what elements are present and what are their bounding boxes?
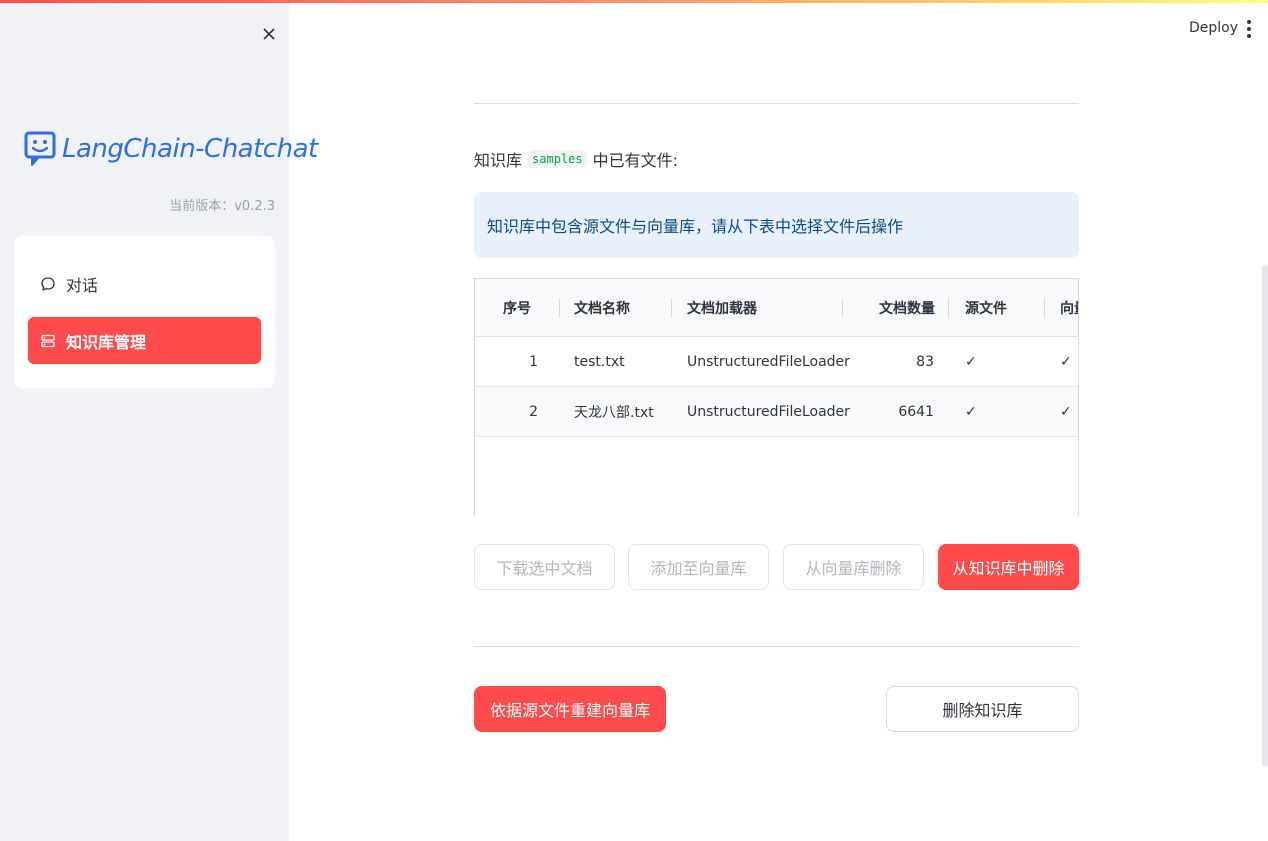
nav-menu: 对话 知识库管理 (14, 236, 275, 388)
cell-source: ✓ (965, 403, 977, 420)
kb-files-heading: 知识库 samples 中已有文件: (474, 150, 678, 170)
column-resize-handle[interactable] (842, 299, 843, 317)
remove-from-vector-button[interactable]: 从向量库删除 (783, 544, 924, 590)
close-icon (263, 28, 275, 40)
version-label: 当前版本：v0.2.3 (169, 199, 275, 214)
download-selected-button[interactable]: 下载选中文档 (474, 544, 615, 590)
kb-name-code: samples (528, 150, 587, 168)
table-header-row: 序号 文档名称 文档加载器 文档数量 源文件 向量库 (475, 279, 1078, 337)
cell-count: 6641 (898, 403, 934, 420)
section-divider (474, 646, 1079, 647)
close-sidebar-button[interactable] (258, 23, 280, 45)
delete-kb-button[interactable]: 删除知识库 (886, 686, 1079, 732)
cell-index: 1 (529, 353, 538, 370)
sidebar: LangChain-Chatchat 当前版本：v0.2.3 对话 知识库管理 (0, 3, 318, 841)
files-table[interactable]: 序号 文档名称 文档加载器 文档数量 源文件 向量库 1 test.txt Un… (474, 278, 1079, 516)
cell-vector: ✓ (1060, 403, 1072, 420)
section-divider (474, 103, 1079, 104)
page-scrollbar[interactable] (1262, 265, 1268, 767)
database-icon (40, 333, 56, 349)
table-row[interactable]: 2 天龙八部.txt UnstructuredFileLoader 6641 ✓… (475, 387, 1078, 437)
cell-count: 83 (916, 353, 934, 370)
rebuild-vector-store-button[interactable]: 依据源文件重建向量库 (474, 686, 666, 732)
column-header-count[interactable]: 文档数量 (855, 279, 935, 336)
delete-from-kb-button[interactable]: 从知识库中删除 (938, 544, 1079, 590)
column-header-source[interactable]: 源文件 (965, 279, 1025, 336)
column-resize-handle[interactable] (671, 299, 672, 317)
column-header-index[interactable]: 序号 (475, 279, 545, 336)
cell-index: 2 (529, 403, 538, 420)
app-logo: LangChain-Chatchat (24, 128, 318, 170)
cell-vector: ✓ (1060, 353, 1072, 370)
nav-item-chat[interactable]: 对话 (28, 260, 261, 307)
chat-bot-logo-icon (24, 131, 56, 166)
table-row[interactable]: 1 test.txt UnstructuredFileLoader 83 ✓ ✓ (475, 337, 1078, 387)
column-header-vector[interactable]: 向量库 (1060, 279, 1078, 336)
more-vertical-icon (1247, 20, 1251, 24)
column-resize-handle[interactable] (559, 299, 560, 317)
info-alert: 知识库中包含源文件与向量库，请从下表中选择文件后操作 (474, 192, 1079, 258)
column-header-name[interactable]: 文档名称 (574, 279, 674, 336)
cell-name: 天龙八部.txt (574, 404, 654, 421)
cell-name: test.txt (574, 353, 625, 370)
column-resize-handle[interactable] (1044, 299, 1045, 317)
cell-loader: UnstructuredFileLoader (687, 403, 850, 420)
nav-item-knowledge-base[interactable]: 知识库管理 (28, 317, 261, 364)
nav-item-label: 对话 (66, 275, 99, 295)
logo-text: LangChain-Chatchat (62, 134, 318, 164)
nav-item-label: 知识库管理 (66, 332, 147, 352)
cell-source: ✓ (965, 353, 977, 370)
column-header-loader[interactable]: 文档加载器 (687, 279, 847, 336)
chat-bubble-icon (40, 276, 56, 292)
column-resize-handle[interactable] (948, 299, 949, 317)
deploy-button[interactable]: Deploy (1189, 20, 1238, 36)
main-menu-button[interactable] (1241, 18, 1257, 40)
cell-loader: UnstructuredFileLoader (687, 353, 850, 370)
add-to-vector-button[interactable]: 添加至向量库 (628, 544, 769, 590)
